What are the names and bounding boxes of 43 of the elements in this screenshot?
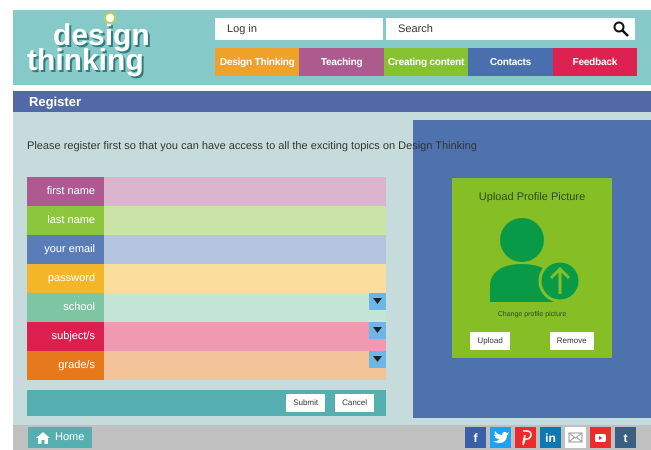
- share-button[interactable]: [490, 427, 511, 448]
- input-field[interactable]: [104, 206, 386, 234]
- home-button[interactable]: Home: [28, 427, 92, 448]
- dropdown-button[interactable]: [369, 292, 386, 310]
- field-label: first name: [27, 176, 104, 206]
- input-field[interactable]: [104, 234, 386, 264]
- share-button[interactable]: [565, 427, 586, 448]
- input-field[interactable]: [104, 264, 386, 292]
- field-label: school: [27, 292, 104, 322]
- search-icon: [613, 21, 629, 37]
- field-label: password: [27, 264, 104, 292]
- select-field[interactable]: [104, 322, 386, 350]
- page-title: Register: [29, 93, 82, 111]
- select-field[interactable]: [104, 292, 386, 322]
- nav-link[interactable]: Contacts: [468, 48, 553, 76]
- caret-icon: [373, 327, 382, 333]
- dropdown-button[interactable]: [369, 350, 386, 368]
- nav-link[interactable]: Teaching: [299, 48, 384, 76]
- nav-link[interactable]: Feedback: [552, 48, 638, 76]
- field-label: grade/s: [27, 350, 104, 380]
- caret-icon: [373, 356, 382, 362]
- input-field[interactable]: [104, 176, 386, 206]
- logo-dot-icon: [104, 12, 116, 24]
- select-field[interactable]: [104, 350, 386, 380]
- field-label: your email: [27, 234, 104, 264]
- logo-text: design: [53, 24, 150, 49]
- field-label: subject/s: [27, 322, 104, 350]
- house-icon: [36, 432, 50, 444]
- picture-button[interactable]: Upload: [470, 332, 510, 350]
- caret-icon: [373, 298, 382, 304]
- form-button[interactable]: Submit: [286, 394, 326, 412]
- picture-button[interactable]: Remove: [550, 332, 594, 350]
- share-button[interactable]: t: [615, 427, 636, 448]
- card-title: Upload Profile Picture: [478, 190, 586, 205]
- share-button[interactable]: [515, 427, 536, 448]
- form-button[interactable]: Cancel: [335, 394, 374, 412]
- share-button[interactable]: [590, 427, 611, 448]
- share-button[interactable]: f: [465, 427, 486, 448]
- dropdown-button[interactable]: [369, 322, 386, 338]
- share-button[interactable]: in: [540, 427, 561, 448]
- search-field[interactable]: Search: [386, 18, 635, 40]
- field-label: last name: [27, 206, 104, 234]
- login-field[interactable]: Log in: [215, 18, 383, 40]
